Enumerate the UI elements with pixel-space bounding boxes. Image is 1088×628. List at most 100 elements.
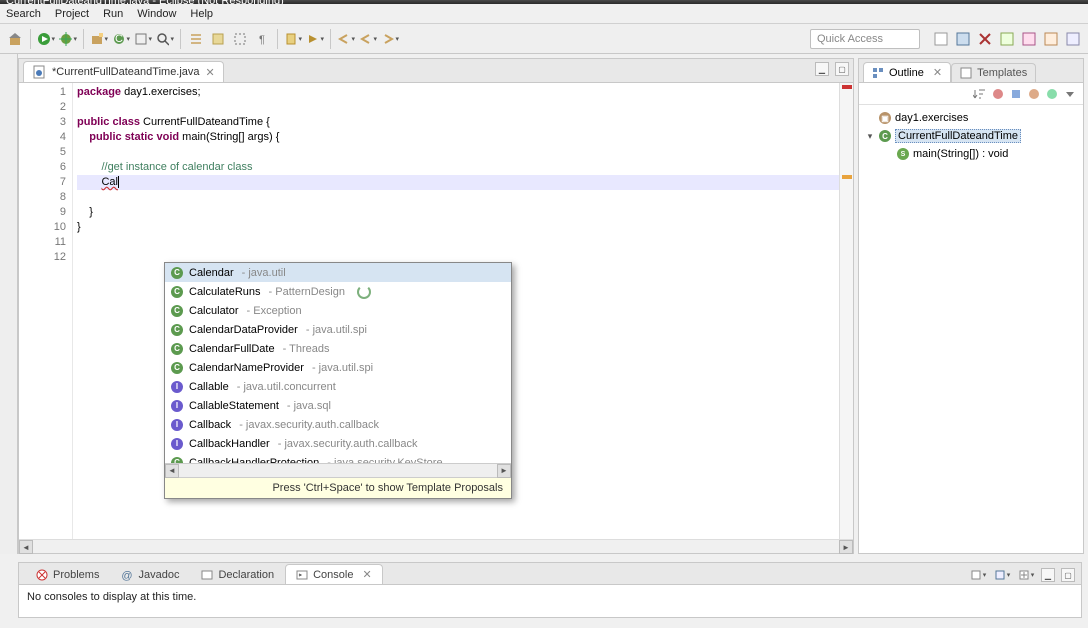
- forward-icon[interactable]: [381, 30, 399, 48]
- scroll-left-icon[interactable]: ◄: [165, 464, 179, 478]
- tab-declaration[interactable]: Declaration: [190, 565, 285, 584]
- code-token: main(String[] args) {: [179, 131, 279, 143]
- code-token: class: [112, 116, 140, 128]
- outline-tree[interactable]: ▣ day1.exercises ▾ C CurrentFullDateandT…: [859, 105, 1083, 167]
- completion-item[interactable]: CCalculator - Exception: [165, 301, 511, 320]
- line-number: 5: [33, 145, 66, 160]
- completion-item[interactable]: ICallable - java.util.concurrent: [165, 377, 511, 396]
- overview-error-marker[interactable]: [842, 85, 852, 89]
- mark-occurrences-icon[interactable]: [209, 30, 227, 48]
- toggle-breadcrumb-icon[interactable]: [187, 30, 205, 48]
- close-tab-icon[interactable]: ✕: [362, 568, 371, 581]
- completion-item[interactable]: ICallback - javax.security.auth.callback: [165, 415, 511, 434]
- java-file-icon: [32, 65, 46, 79]
- completion-item[interactable]: CCalendar - java.util: [165, 263, 511, 282]
- editor-horizontal-scrollbar[interactable]: ◄ ►: [19, 539, 853, 553]
- menu-run[interactable]: Run: [103, 8, 123, 20]
- tab-templates[interactable]: Templates: [951, 63, 1036, 82]
- trim-stack-left[interactable]: [0, 54, 18, 554]
- code-token: }: [77, 205, 839, 220]
- tab-label: Outline: [889, 67, 924, 79]
- tree-collapse-icon[interactable]: ▾: [865, 131, 875, 142]
- maximize-view-icon[interactable]: ▢: [835, 62, 849, 76]
- problems-icon: [36, 569, 48, 581]
- perspective-close-icon[interactable]: [976, 30, 994, 48]
- annotation-nav-icon[interactable]: [284, 30, 302, 48]
- svg-text:C: C: [115, 33, 123, 45]
- filter-fields-icon[interactable]: [991, 87, 1005, 101]
- completion-item[interactable]: CCallbackHandlerProtection - java.securi…: [165, 453, 511, 463]
- home-icon[interactable]: [6, 30, 24, 48]
- completion-item[interactable]: ICallableStatement - java.sql: [165, 396, 511, 415]
- next-annotation-icon[interactable]: [306, 30, 324, 48]
- line-number: 9: [33, 205, 66, 220]
- debug-icon[interactable]: [59, 30, 77, 48]
- menu-help[interactable]: Help: [190, 8, 213, 20]
- pin-console-icon[interactable]: [969, 566, 987, 584]
- outline-package-node[interactable]: ▣ day1.exercises: [865, 109, 1077, 127]
- outline-toolbar: [859, 83, 1083, 105]
- open-type-icon[interactable]: [134, 30, 152, 48]
- maximize-view-icon[interactable]: ▢: [1061, 568, 1075, 582]
- filter-local-icon[interactable]: [1045, 87, 1059, 101]
- javadoc-icon: @: [121, 569, 133, 581]
- sort-icon[interactable]: [973, 87, 987, 101]
- completion-item[interactable]: CCalculateRuns - PatternDesign: [165, 282, 511, 301]
- svg-text:¶: ¶: [259, 34, 265, 46]
- tab-label: Problems: [53, 569, 99, 581]
- tab-label: Declaration: [218, 569, 274, 581]
- minimize-view-icon[interactable]: ▁: [1041, 568, 1055, 582]
- code-comment: //get instance of calendar class: [101, 161, 252, 173]
- scroll-right-icon[interactable]: ►: [839, 540, 853, 554]
- scroll-left-icon[interactable]: ◄: [19, 540, 33, 554]
- minimize-view-icon[interactable]: ▁: [815, 62, 829, 76]
- run-icon[interactable]: [37, 30, 55, 48]
- filter-static-icon[interactable]: [1009, 87, 1023, 101]
- class-icon: C: [171, 324, 183, 336]
- tab-label: Templates: [977, 67, 1027, 79]
- new-console-icon[interactable]: [1017, 566, 1035, 584]
- menu-search[interactable]: Search: [6, 8, 41, 20]
- editor-tab[interactable]: *CurrentFullDateandTime.java ✕: [23, 61, 224, 82]
- tab-problems[interactable]: Problems: [25, 565, 110, 584]
- perspective-java-icon[interactable]: [932, 30, 950, 48]
- tab-outline[interactable]: Outline ✕: [863, 62, 951, 82]
- perspective-other2-icon[interactable]: [1020, 30, 1038, 48]
- back-icon[interactable]: [359, 30, 377, 48]
- new-class-icon[interactable]: C: [112, 30, 130, 48]
- toolbar-separator: [330, 29, 331, 49]
- tab-label: Console: [313, 569, 353, 581]
- view-menu-icon[interactable]: [1063, 87, 1077, 101]
- search-icon[interactable]: [156, 30, 174, 48]
- completion-horizontal-scrollbar[interactable]: ◄ ►: [165, 463, 511, 477]
- outline-class-node[interactable]: ▾ C CurrentFullDateandTime: [865, 127, 1077, 145]
- overview-warning-marker[interactable]: [842, 175, 852, 179]
- menu-project[interactable]: Project: [55, 8, 89, 20]
- scroll-right-icon[interactable]: ►: [497, 464, 511, 478]
- completion-item[interactable]: CCalendarNameProvider - java.util.spi: [165, 358, 511, 377]
- completion-item[interactable]: CCalendarFullDate - Threads: [165, 339, 511, 358]
- outline-method-node[interactable]: S main(String[]) : void: [865, 145, 1077, 163]
- display-console-icon[interactable]: [993, 566, 1011, 584]
- show-whitespace-icon[interactable]: ¶: [253, 30, 271, 48]
- perspective-other1-icon[interactable]: [998, 30, 1016, 48]
- close-tab-icon[interactable]: ✕: [206, 66, 215, 79]
- tab-console[interactable]: Console ✕: [285, 564, 383, 584]
- perspective-other4-icon[interactable]: [1064, 30, 1082, 48]
- new-package-icon[interactable]: [90, 30, 108, 48]
- toolbar-separator: [277, 29, 278, 49]
- filter-nonpublic-icon[interactable]: [1027, 87, 1041, 101]
- completion-item[interactable]: ICallbackHandler - javax.security.auth.c…: [165, 434, 511, 453]
- block-selection-icon[interactable]: [231, 30, 249, 48]
- perspective-other3-icon[interactable]: [1042, 30, 1060, 48]
- menu-window[interactable]: Window: [137, 8, 176, 20]
- close-tab-icon[interactable]: ✕: [933, 66, 942, 79]
- line-number: 2: [33, 100, 66, 115]
- perspective-debug-icon[interactable]: [954, 30, 972, 48]
- tab-javadoc[interactable]: @ Javadoc: [110, 565, 190, 584]
- quick-access-input[interactable]: Quick Access: [810, 29, 920, 49]
- overview-ruler[interactable]: [839, 83, 853, 539]
- completion-item[interactable]: CCalendarDataProvider - java.util.spi: [165, 320, 511, 339]
- completion-list[interactable]: CCalendar - java.utilCCalculateRuns - Pa…: [165, 263, 511, 463]
- last-edit-icon[interactable]: [337, 30, 355, 48]
